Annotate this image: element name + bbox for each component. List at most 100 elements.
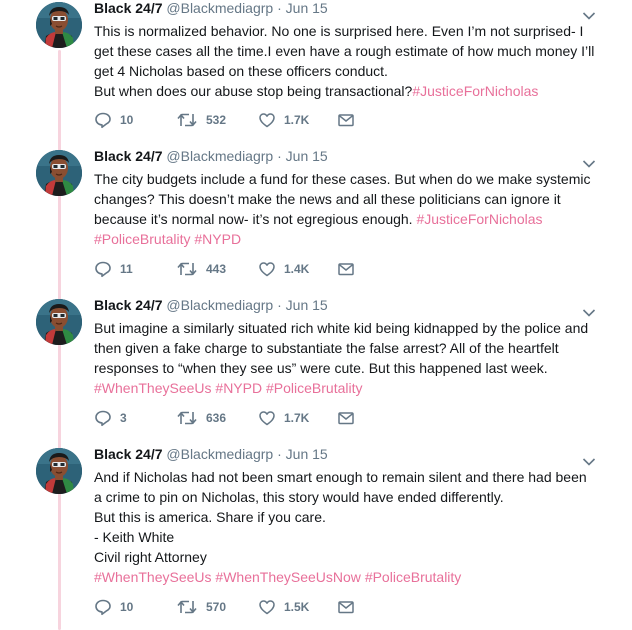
hashtag-link[interactable]: #WhenTheySeeUsNow bbox=[215, 569, 361, 585]
hashtag-link[interactable]: #JusticeForNicholas bbox=[416, 211, 542, 227]
author-name[interactable]: Black 24/7 bbox=[94, 446, 163, 462]
reply-button[interactable]: 10 bbox=[94, 111, 133, 129]
reply-button[interactable]: 11 bbox=[94, 260, 133, 278]
tweet-text-line: get 4 Nicholas based on these officers c… bbox=[94, 61, 604, 81]
avatar-illustration bbox=[36, 2, 82, 48]
tweet-actions: 10 570 1.5K bbox=[94, 598, 394, 620]
retweet-button[interactable]: 636 bbox=[176, 409, 226, 427]
chevron-down-icon[interactable] bbox=[582, 156, 596, 168]
retweet-button[interactable]: 532 bbox=[176, 111, 226, 129]
tweet-header: Black 24/7 @Blackmediagrp · Jun 15 bbox=[94, 0, 328, 16]
avatar-illustration bbox=[36, 448, 82, 494]
separator-dot: · bbox=[277, 148, 282, 164]
tweet-header: Black 24/7 @Blackmediagrp · Jun 15 bbox=[94, 446, 328, 462]
tweet-text-line: changes? This doesn’t make the news and … bbox=[94, 189, 604, 209]
direct-message-button[interactable] bbox=[337, 260, 355, 278]
envelope-icon bbox=[337, 598, 355, 616]
direct-message-button[interactable] bbox=[337, 111, 355, 129]
tweet-text-line: then given a fake charge to substantiate… bbox=[94, 338, 604, 358]
retweet-count: 636 bbox=[206, 411, 227, 425]
like-count: 1.4K bbox=[284, 262, 310, 276]
text-segment: The city budgets include a fund for thes… bbox=[94, 171, 591, 187]
hashtag-link[interactable]: #JusticeForNicholas bbox=[412, 83, 538, 99]
tweet-date[interactable]: Jun 15 bbox=[286, 297, 328, 313]
hashtag-link[interactable]: #PoliceBrutality bbox=[365, 569, 462, 585]
text-segment: And if Nicholas had not been smart enoug… bbox=[94, 469, 587, 485]
direct-message-button[interactable] bbox=[337, 409, 355, 427]
tweet-actions: 11 443 1.4K bbox=[94, 260, 394, 282]
author-handle[interactable]: @Blackmediagrp bbox=[166, 297, 273, 313]
separator-dot: · bbox=[277, 446, 282, 462]
retweet-button[interactable]: 443 bbox=[176, 260, 226, 278]
retweet-count: 443 bbox=[206, 262, 227, 276]
hashtag-link[interactable]: #PoliceBrutality bbox=[266, 380, 363, 396]
avatar[interactable] bbox=[36, 448, 82, 494]
text-segment: Civil right Attorney bbox=[94, 549, 207, 565]
envelope-icon bbox=[337, 111, 355, 129]
like-button[interactable]: 1.4K bbox=[258, 260, 309, 278]
reply-icon bbox=[94, 111, 120, 129]
chevron-down-icon[interactable] bbox=[582, 8, 596, 20]
tweet-header: Black 24/7 @Blackmediagrp · Jun 15 bbox=[94, 148, 328, 164]
tweet-text-line: And if Nicholas had not been smart enoug… bbox=[94, 467, 604, 487]
tweet-text-line: get these cases all the time.I even have… bbox=[94, 41, 604, 61]
author-name[interactable]: Black 24/7 bbox=[94, 148, 163, 164]
tweet-text-line: because it’s normal now- it’s not egregi… bbox=[94, 209, 604, 229]
tweet-text: But imagine a similarly situated rich wh… bbox=[94, 318, 604, 398]
avatar[interactable] bbox=[36, 150, 82, 196]
avatar[interactable] bbox=[36, 2, 82, 48]
reply-count: 3 bbox=[120, 411, 127, 425]
tweet-text-line: #WhenTheySeeUs #NYPD #PoliceBrutality bbox=[94, 378, 604, 398]
hashtag-link[interactable]: #WhenTheySeeUs bbox=[94, 380, 212, 396]
text-segment: - Keith White bbox=[94, 529, 175, 545]
tweet-date[interactable]: Jun 15 bbox=[286, 148, 328, 164]
author-handle[interactable]: @Blackmediagrp bbox=[166, 446, 273, 462]
tweet-text: The city budgets include a fund for thes… bbox=[94, 169, 604, 249]
separator-dot: · bbox=[277, 0, 282, 16]
text-segment: But when does our abuse stop being trans… bbox=[94, 83, 413, 99]
heart-icon bbox=[258, 409, 284, 427]
tweet-date[interactable]: Jun 15 bbox=[286, 0, 328, 16]
author-name[interactable]: Black 24/7 bbox=[94, 297, 163, 313]
reply-button[interactable]: 10 bbox=[94, 598, 133, 616]
hashtag-link[interactable]: #NYPD bbox=[194, 231, 241, 247]
tweet-text-line: - Keith White bbox=[94, 527, 604, 547]
like-count: 1.7K bbox=[284, 113, 310, 127]
retweet-icon bbox=[176, 409, 206, 427]
avatar-illustration bbox=[36, 299, 82, 345]
like-button[interactable]: 1.7K bbox=[258, 111, 309, 129]
author-name[interactable]: Black 24/7 bbox=[94, 0, 163, 16]
like-button[interactable]: 1.5K bbox=[258, 598, 309, 616]
retweet-button[interactable]: 570 bbox=[176, 598, 226, 616]
text-segment: changes? This doesn’t make the news and … bbox=[94, 191, 561, 207]
hashtag-link[interactable]: #PoliceBrutality bbox=[94, 231, 191, 247]
separator-dot: · bbox=[277, 297, 282, 313]
retweet-icon bbox=[176, 260, 206, 278]
avatar[interactable] bbox=[36, 299, 82, 345]
retweet-icon bbox=[176, 111, 206, 129]
hashtag-link[interactable]: #NYPD bbox=[215, 380, 262, 396]
envelope-icon bbox=[337, 260, 355, 278]
chevron-down-icon[interactable] bbox=[582, 454, 596, 466]
tweet-text: This is normalized behavior. No one is s… bbox=[94, 21, 604, 101]
reply-button[interactable]: 3 bbox=[94, 409, 127, 427]
tweet-text-line: responses to “when they see us” were cut… bbox=[94, 358, 604, 378]
direct-message-button[interactable] bbox=[337, 598, 355, 616]
like-count: 1.5K bbox=[284, 600, 310, 614]
tweet-text-line: Civil right Attorney bbox=[94, 547, 604, 567]
chevron-down-icon[interactable] bbox=[582, 305, 596, 317]
tweet-header: Black 24/7 @Blackmediagrp · Jun 15 bbox=[94, 297, 328, 313]
heart-icon bbox=[258, 598, 284, 616]
tweet-text-line: This is normalized behavior. No one is s… bbox=[94, 21, 604, 41]
tweet-text-line: #WhenTheySeeUs #WhenTheySeeUsNow #Police… bbox=[94, 567, 604, 587]
heart-icon bbox=[258, 111, 284, 129]
author-handle[interactable]: @Blackmediagrp bbox=[166, 0, 273, 16]
hashtag-link[interactable]: #WhenTheySeeUs bbox=[94, 569, 212, 585]
author-handle[interactable]: @Blackmediagrp bbox=[166, 148, 273, 164]
like-count: 1.7K bbox=[284, 411, 310, 425]
tweet-date[interactable]: Jun 15 bbox=[286, 446, 328, 462]
text-segment: then given a fake charge to substantiate… bbox=[94, 340, 559, 356]
reply-icon bbox=[94, 409, 120, 427]
tweet-text-line: But this is america. Share if you care. bbox=[94, 507, 604, 527]
like-button[interactable]: 1.7K bbox=[258, 409, 309, 427]
